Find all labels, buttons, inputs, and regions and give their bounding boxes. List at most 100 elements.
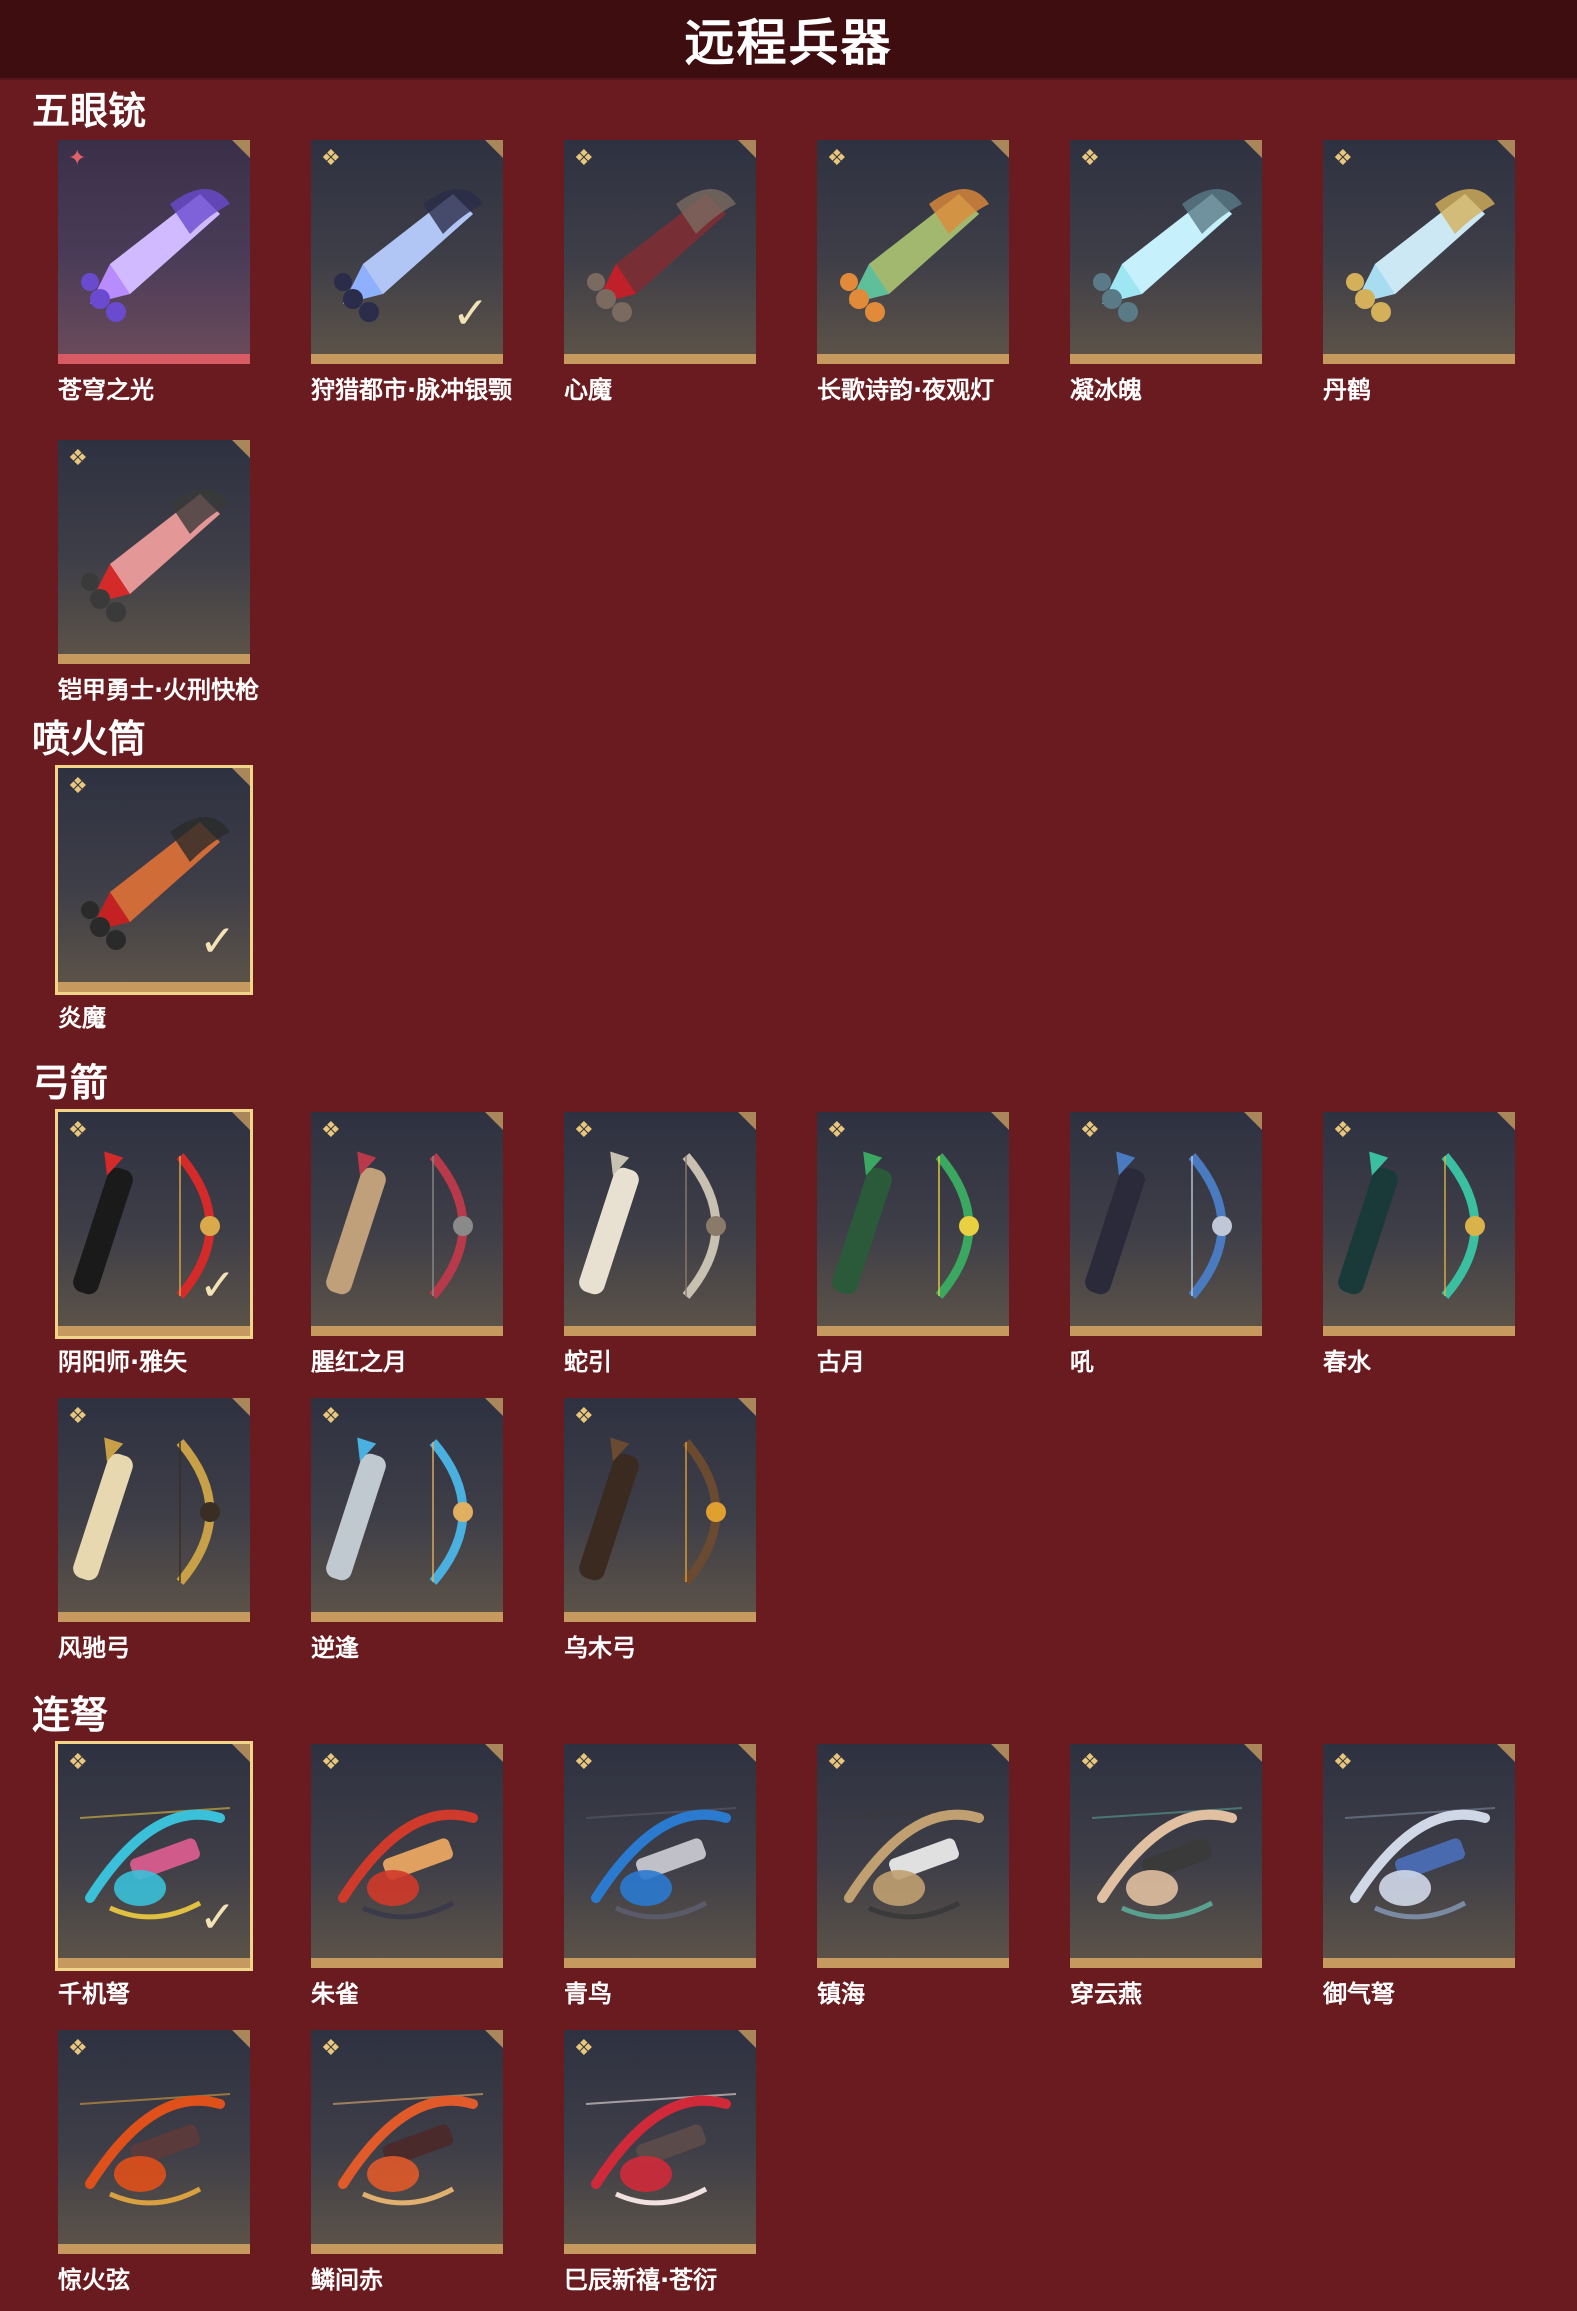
weapon-image (1335, 174, 1503, 334)
corner-tab-icon (1244, 1112, 1262, 1130)
weapon-name: 古月 (817, 1348, 865, 1376)
corner-tab-icon (738, 1398, 756, 1416)
corner-tab-icon (991, 1744, 1009, 1762)
weapon-card-frame: ❖ ✓ (55, 765, 253, 995)
gold-rank-icon: ❖ (827, 146, 847, 171)
corner-tab-icon (485, 1398, 503, 1416)
weapon-card-frame: ❖ (311, 2030, 503, 2254)
weapon-name: 乌木弓 (564, 1634, 636, 1662)
weapon-name: 蛇引 (564, 1348, 612, 1376)
weapon-card-frame: ✦ (58, 140, 250, 364)
gold-rank-icon: ❖ (68, 774, 88, 799)
weapon-card[interactable]: ❖ 春水 (1323, 1112, 1515, 1376)
weapon-card-frame: ❖ (58, 2030, 250, 2254)
gold-rank-icon: ❖ (574, 1750, 594, 1775)
weapon-name: 镇海 (817, 1980, 865, 2008)
weapon-card[interactable]: ❖ 风驰弓 (58, 1398, 250, 1662)
weapon-card[interactable]: ❖ 乌木弓 (564, 1398, 756, 1662)
weapon-card[interactable]: ❖ 丹鹤 (1323, 140, 1515, 404)
weapon-image (323, 1778, 491, 1938)
weapon-card[interactable]: ❖ 心魔 (564, 140, 756, 404)
weapon-card[interactable]: ❖ 腥红之月 (311, 1112, 503, 1376)
weapon-card[interactable]: ❖ 铠甲勇士·火刑快枪 (58, 440, 259, 704)
weapon-card[interactable]: ❖ 青鸟 (564, 1744, 756, 2008)
weapon-card[interactable]: ❖ 镇海 (817, 1744, 1009, 2008)
weapon-name: 吼 (1070, 1348, 1094, 1376)
weapon-card[interactable]: ❖ 御气弩 (1323, 1744, 1515, 2008)
gold-rank-icon: ❖ (1333, 1750, 1353, 1775)
weapon-card-frame: ❖ (817, 1112, 1009, 1336)
weapon-card[interactable]: ❖ ✓ 阴阳师·雅矢 (55, 1109, 253, 1376)
corner-tab-icon (485, 1744, 503, 1762)
weapon-name: 千机弩 (58, 1980, 130, 2008)
gold-rank-icon: ❖ (68, 446, 88, 471)
gold-rank-icon: ❖ (321, 2036, 341, 2061)
weapon-name: 苍穹之光 (58, 376, 154, 404)
corner-tab-icon (738, 2030, 756, 2048)
weapon-card[interactable]: ❖ 长歌诗韵·夜观灯 (817, 140, 1009, 404)
corner-tab-icon (738, 140, 756, 158)
weapon-card[interactable]: ❖ 惊火弦 (58, 2030, 250, 2294)
weapon-card[interactable]: ❖ 穿云燕 (1070, 1744, 1262, 2008)
corner-tab-icon (1244, 1744, 1262, 1762)
weapon-card-frame: ❖ (564, 1398, 756, 1622)
weapon-name: 御气弩 (1323, 1980, 1395, 2008)
weapon-card[interactable]: ❖ 吼 (1070, 1112, 1262, 1376)
corner-tab-icon (485, 1112, 503, 1130)
weapon-card-frame: ❖ (311, 1398, 503, 1622)
section-title: 喷火筒 (32, 717, 147, 761)
section-title: 五眼铳 (32, 89, 147, 133)
weapon-card-frame: ❖ (1323, 140, 1515, 364)
weapon-card-frame: ❖ (817, 140, 1009, 364)
weapon-name: 铠甲勇士·火刑快枪 (58, 676, 260, 704)
section-title: 弓箭 (32, 1061, 109, 1105)
corner-tab-icon (232, 768, 250, 786)
weapon-card[interactable]: ❖ ✓ 狩猎都市·脉冲银颚 (311, 140, 512, 404)
weapon-card-frame: ❖ (564, 2030, 756, 2254)
weapon-image (576, 1432, 744, 1592)
weapon-card-frame: ❖ (311, 1744, 503, 1968)
section-title: 连弩 (32, 1693, 109, 1737)
weapon-card[interactable]: ❖ ✓ 炎魔 (55, 765, 253, 1032)
weapon-card[interactable]: ✦ 苍穹之光 (58, 140, 250, 404)
star-badge-icon: ✦ (68, 146, 87, 171)
weapon-card[interactable]: ❖ 鳞间赤 (311, 2030, 503, 2294)
weapon-card-frame: ❖ (564, 1744, 756, 1968)
corner-tab-icon (485, 140, 503, 158)
weapon-card[interactable]: ❖ 逆逢 (311, 1398, 503, 1662)
weapon-card[interactable]: ❖ 蛇引 (564, 1112, 756, 1376)
weapon-card[interactable]: ❖ 古月 (817, 1112, 1009, 1376)
weapon-image (1082, 174, 1250, 334)
gold-rank-icon: ❖ (574, 1404, 594, 1429)
gold-rank-icon: ❖ (68, 2036, 88, 2061)
weapon-name: 巳辰新禧·苍衍 (564, 2266, 718, 2294)
weapon-image (70, 474, 238, 634)
weapon-image (576, 2064, 744, 2224)
gold-rank-icon: ❖ (827, 1750, 847, 1775)
corner-tab-icon (232, 1112, 250, 1130)
gold-rank-icon: ❖ (1080, 1118, 1100, 1143)
weapon-card[interactable]: ❖ 凝冰魄 (1070, 140, 1262, 404)
weapon-name: 阴阳师·雅矢 (58, 1348, 188, 1376)
gold-rank-icon: ❖ (1333, 1118, 1353, 1143)
weapon-card[interactable]: ❖ 巳辰新禧·苍衍 (564, 2030, 756, 2294)
weapon-card-frame: ❖ (564, 1112, 756, 1336)
weapon-card-frame: ❖ ✓ (311, 140, 503, 364)
weapon-card-frame: ❖ (1070, 1112, 1262, 1336)
weapon-image (1082, 1146, 1250, 1306)
weapon-image (70, 174, 238, 334)
weapon-card[interactable]: ❖ 朱雀 (311, 1744, 503, 2008)
weapon-card[interactable]: ❖ ✓ 千机弩 (55, 1741, 253, 2008)
gold-rank-icon: ❖ (68, 1404, 88, 1429)
gold-rank-icon: ❖ (1080, 146, 1100, 171)
corner-tab-icon (1497, 1112, 1515, 1130)
equipped-check-icon: ✓ (199, 916, 236, 967)
corner-tab-icon (1497, 140, 1515, 158)
corner-tab-icon (1497, 1744, 1515, 1762)
weapon-card-frame: ❖ ✓ (55, 1109, 253, 1339)
weapon-image (70, 1432, 238, 1592)
weapon-card-frame: ❖ (58, 440, 250, 664)
weapon-image (323, 1146, 491, 1306)
weapon-image (323, 1432, 491, 1592)
weapon-name: 朱雀 (311, 1980, 359, 2008)
